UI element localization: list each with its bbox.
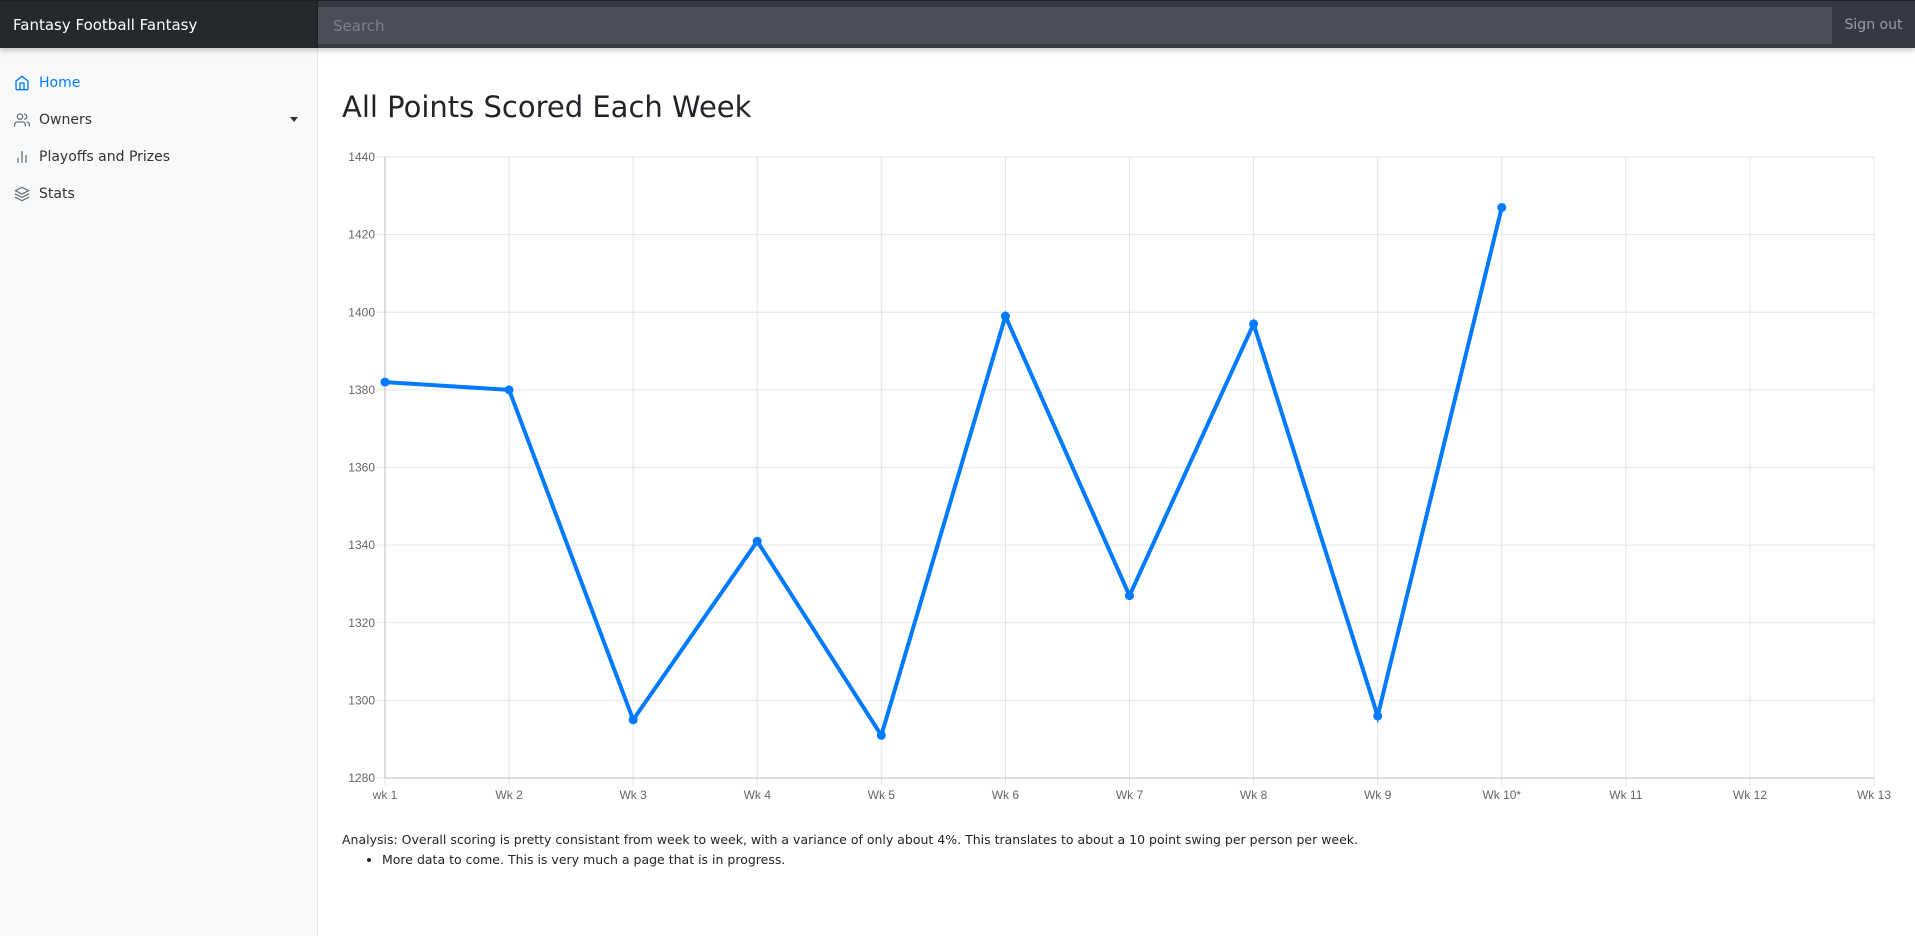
y-tick-label: 1440 xyxy=(348,150,375,164)
x-tick-label: Wk 4 xyxy=(744,788,772,802)
x-tick-label: Wk 3 xyxy=(619,788,647,802)
x-tick-label: Wk 10* xyxy=(1482,788,1521,802)
analysis-section: Analysis: Overall scoring is pretty cons… xyxy=(342,832,1358,868)
x-tick-label: Wk 6 xyxy=(992,788,1020,802)
x-tick-label: wk 1 xyxy=(372,788,398,802)
x-tick-label: Wk 5 xyxy=(868,788,896,802)
data-point xyxy=(1249,319,1259,329)
x-tick-label: Wk 2 xyxy=(495,788,523,802)
main-content: All Points Scored Each Week 1280 1300 1320… xyxy=(318,48,1915,936)
x-tick-label: Wk 11 xyxy=(1609,788,1642,802)
sidebar-item-owners[interactable]: Owners xyxy=(0,101,317,138)
sidebar-item-label: Home xyxy=(39,74,81,91)
y-tick-label: 1340 xyxy=(348,538,375,552)
points-line-chart: 1280 1300 1320 1340 1360 1380 1400 1420 1440 wk 1… xyxy=(348,150,1891,802)
sidebar-item-label: Playoffs and Prizes xyxy=(39,148,171,165)
x-tick-label: Wk 13 xyxy=(1857,788,1891,802)
sidebar-item-playoffs[interactable]: Playoffs and Prizes xyxy=(0,138,317,175)
users-icon xyxy=(14,112,30,128)
data-point xyxy=(876,730,886,740)
y-tick-label: 1420 xyxy=(348,228,375,242)
brand-logo[interactable]: Fantasy Football Fantasy xyxy=(0,1,318,48)
sidebar: Home Owners Playoffs and Prizes Stats xyxy=(0,48,318,936)
home-icon xyxy=(14,75,30,91)
x-tick-label: Wk 9 xyxy=(1364,788,1392,802)
sign-out-link[interactable]: Sign out xyxy=(1832,1,1915,48)
bar-chart-icon xyxy=(14,149,30,165)
x-tick-label: Wk 7 xyxy=(1116,788,1144,802)
sidebar-item-label: Stats xyxy=(39,185,75,202)
y-tick-label: 1300 xyxy=(348,693,375,707)
y-tick-label: 1280 xyxy=(348,771,375,785)
list-item: More data to come. This is very much a p… xyxy=(382,851,1358,868)
top-navbar: Fantasy Football Fantasy Sign out xyxy=(0,0,1915,48)
data-point xyxy=(628,715,638,725)
data-point xyxy=(504,385,514,395)
data-point xyxy=(1000,311,1010,321)
data-point xyxy=(1373,711,1383,721)
x-tick-label: Wk 12 xyxy=(1733,788,1767,802)
analysis-text: Analysis: Overall scoring is pretty cons… xyxy=(342,832,1359,847)
y-tick-label: 1360 xyxy=(348,461,375,475)
search-input[interactable] xyxy=(318,7,1832,44)
sidebar-item-label: Owners xyxy=(39,111,93,128)
data-point xyxy=(380,377,390,387)
data-point xyxy=(1497,202,1507,212)
sidebar-item-home[interactable]: Home xyxy=(0,64,317,101)
data-point xyxy=(1125,591,1134,601)
chevron-down-icon[interactable] xyxy=(290,117,298,122)
x-tick-label: Wk 8 xyxy=(1240,788,1268,802)
data-point xyxy=(752,536,762,546)
series-line xyxy=(384,206,1504,741)
y-tick-label: 1380 xyxy=(348,383,375,397)
y-tick-label: 1400 xyxy=(348,305,375,319)
sidebar-item-stats[interactable]: Stats xyxy=(0,175,317,212)
analysis-bullets: More data to come. This is very much a p… xyxy=(342,851,1358,868)
layers-icon xyxy=(14,186,30,202)
y-tick-label: 1320 xyxy=(348,616,375,630)
